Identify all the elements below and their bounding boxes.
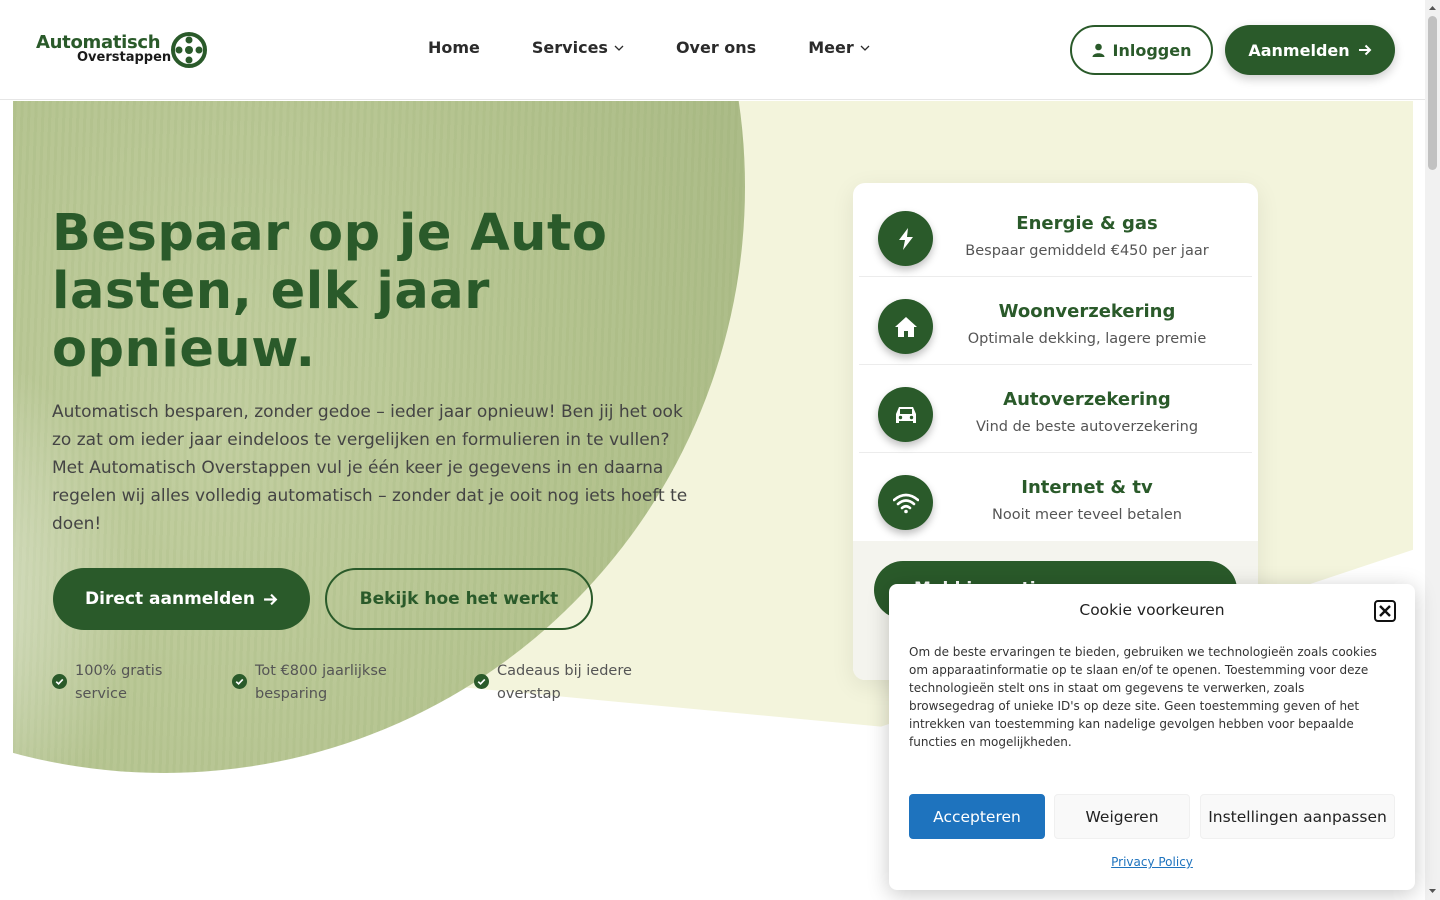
nav-item-home[interactable]: Home (428, 38, 480, 57)
cookie-deny-button[interactable]: Weigeren (1054, 794, 1190, 839)
logo[interactable]: Automatisch Overstappen (36, 30, 211, 72)
cookie-settings-button[interactable]: Instellingen aanpassen (1200, 794, 1395, 839)
chevron-down-icon (860, 45, 870, 51)
service-subtitle: Optimale dekking, lagere premie (967, 331, 1207, 347)
service-item-energie[interactable]: Energie & gas Bespaar gemiddeld €450 per… (859, 189, 1252, 277)
nav-item-services[interactable]: Services (532, 38, 624, 57)
car-icon (895, 406, 916, 423)
user-icon (1092, 43, 1105, 57)
service-item-woonverzekering[interactable]: Woonverzekering Optimale dekking, lagere… (859, 277, 1252, 365)
nav-item-over-ons[interactable]: Over ons (676, 38, 756, 57)
nav-item-label: Home (428, 38, 480, 57)
site-header: Automatisch Overstappen Home Services Ov… (0, 0, 1425, 100)
wifi-icon (892, 493, 919, 513)
check-circle-icon (474, 674, 489, 689)
page-scrollbar[interactable] (1425, 0, 1440, 900)
direct-signup-label: Direct aanmelden (85, 589, 255, 609)
scroll-down-icon[interactable] (1428, 886, 1437, 896)
scroll-up-icon[interactable] (1428, 3, 1437, 13)
arrow-right-icon (264, 593, 278, 605)
hero-text: Automatisch besparen, zonder gedoe – ied… (52, 402, 688, 534)
main-nav: Home Services Over ons Meer (428, 38, 870, 57)
cookie-accept-button[interactable]: Accepteren (909, 794, 1045, 839)
usp-line: besparing (255, 686, 328, 702)
service-item-autoverzekering[interactable]: Autoverzekering Vind de beste autoverzek… (859, 365, 1252, 453)
arrow-right-icon (1358, 44, 1372, 56)
cookie-text: Om de beste ervaringen te bieden, gebrui… (909, 645, 1377, 749)
cookie-title: Cookie voorkeuren (1079, 601, 1225, 619)
usp-item: Tot €800 jaarlijkse besparing (232, 660, 387, 706)
logo-line2: Overstappen (77, 50, 172, 65)
usp-item: 100% gratis service (52, 660, 162, 706)
usp-item: Cadeaus bij iedere overstap (474, 660, 632, 706)
service-title: Internet & tv (1021, 477, 1153, 498)
usp-line: Tot €800 jaarlijkse (255, 663, 387, 679)
nav-item-meer[interactable]: Meer (808, 38, 870, 57)
hero-title: Bespaar op je Auto lasten, elk jaar opni… (52, 204, 608, 379)
direct-signup-button[interactable]: Direct aanmelden (53, 568, 310, 630)
check-circle-icon (52, 674, 67, 689)
usp-line: overstap (497, 686, 561, 702)
nav-item-label: Services (531, 38, 608, 57)
service-subtitle: Vind de beste autoverzekering (975, 419, 1199, 435)
service-subtitle: Nooit meer teveel betalen (992, 507, 1182, 523)
service-item-internet-tv[interactable]: Internet & tv Nooit meer teveel betalen (859, 453, 1252, 541)
how-it-works-button[interactable]: Bekijk hoe het werkt (325, 568, 593, 630)
service-icon-wrap (878, 299, 933, 354)
login-label: Inloggen (1112, 40, 1192, 60)
service-icon-wrap (878, 211, 933, 266)
service-title: Autoverzekering (1003, 389, 1171, 410)
usp-line: 100% gratis (75, 663, 163, 679)
nav-item-label: Over ons (675, 38, 757, 57)
service-title: Woonverzekering (998, 301, 1176, 322)
usp-line: service (75, 686, 127, 702)
close-icon[interactable] (1374, 600, 1396, 622)
usp-line: Cadeaus bij iedere (497, 663, 632, 679)
signup-label: Aanmelden (1248, 40, 1350, 60)
scroll-thumb[interactable] (1428, 16, 1437, 170)
service-title: Energie & gas (1016, 213, 1158, 234)
check-circle-icon (232, 674, 247, 689)
signup-button[interactable]: Aanmelden (1225, 25, 1395, 75)
login-button[interactable]: Inloggen (1070, 25, 1213, 75)
service-subtitle: Bespaar gemiddeld €450 per jaar (965, 243, 1209, 259)
service-icon-wrap (878, 475, 933, 530)
home-icon (894, 316, 917, 337)
logo-wheel-icon (171, 32, 207, 68)
chevron-down-icon (614, 45, 624, 51)
nav-item-label: Meer (808, 38, 854, 57)
cookie-modal: Cookie voorkeuren Om de beste ervaringen… (889, 584, 1415, 890)
privacy-policy-link[interactable]: Privacy Policy (889, 855, 1415, 869)
service-icon-wrap (878, 387, 933, 442)
bolt-icon (898, 227, 913, 250)
